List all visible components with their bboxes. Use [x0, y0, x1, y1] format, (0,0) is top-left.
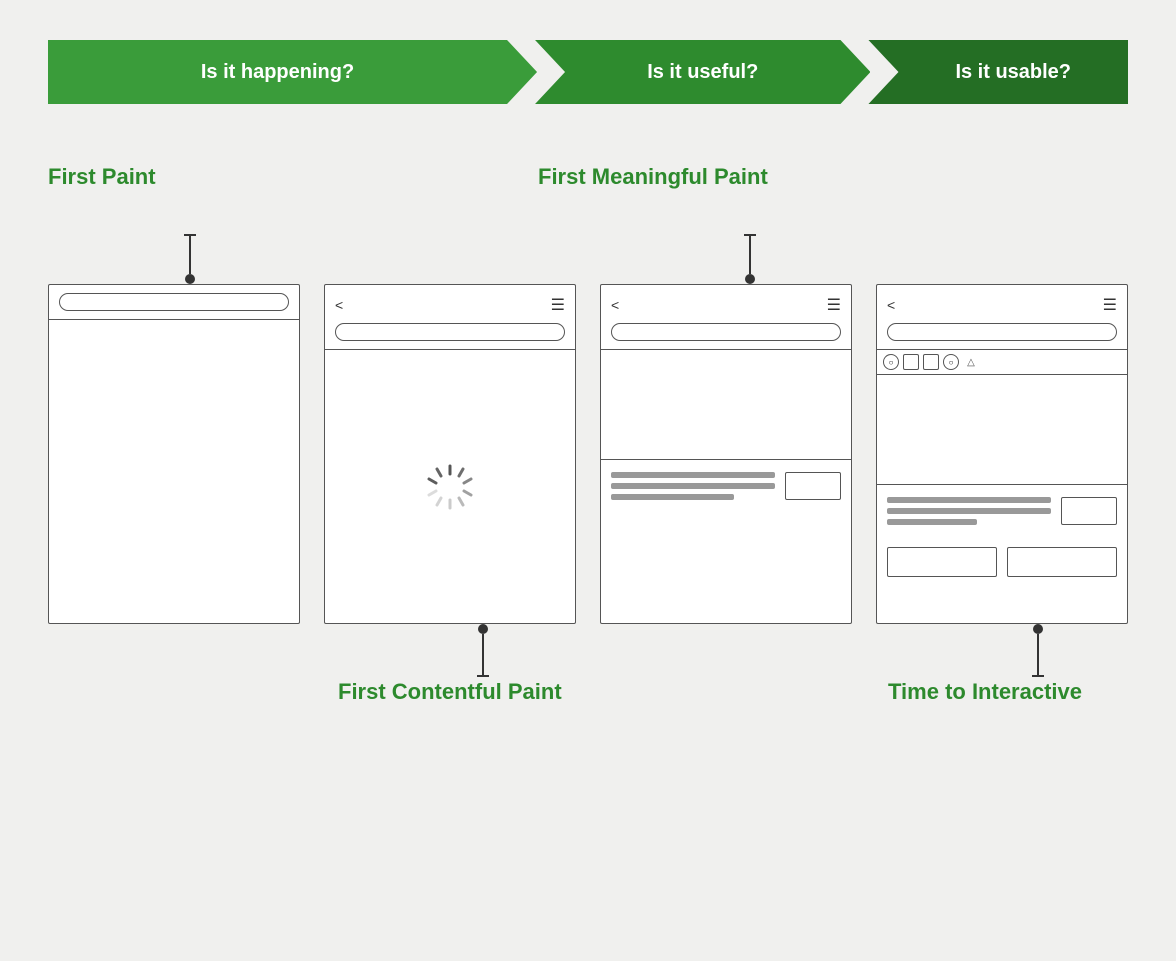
screen-tti-search — [887, 323, 1117, 341]
fp-connector-top — [185, 234, 195, 284]
time-to-interactive-label: Time to Interactive — [888, 679, 1082, 705]
screen-fp-body — [49, 320, 299, 623]
bottom-connectors — [48, 624, 1128, 679]
screen-tti-content — [877, 375, 1127, 623]
screen-fmp-header: < ☰ — [601, 285, 851, 350]
text-line-2 — [611, 483, 775, 489]
tti-connector-bottom — [1033, 624, 1043, 677]
screens-row: < ☰ — [48, 284, 1128, 624]
screen-fp-search — [59, 293, 289, 311]
first-contentful-paint-label: First Contentful Paint — [338, 679, 562, 705]
first-meaningful-paint-label: First Meaningful Paint — [538, 164, 768, 190]
banner-arrow-1-label: Is it happening? — [201, 61, 354, 84]
banner-arrow-1: Is it happening? — [48, 40, 537, 104]
text-line-3 — [611, 494, 734, 500]
screen-fcp-body — [325, 350, 575, 623]
screen-tti-header: < ☰ — [877, 285, 1127, 350]
top-connectors — [48, 234, 1128, 284]
screen-fcp-search — [335, 323, 565, 341]
banner-arrow-3-label: Is it usable? — [955, 61, 1071, 84]
screen-tti-text-area — [877, 485, 1127, 537]
nav-menu-icon: ☰ — [551, 295, 565, 315]
screen-fcp-header: < ☰ — [325, 285, 575, 350]
nav-back-icon: < — [335, 297, 343, 313]
fmp-connector-top — [745, 234, 755, 284]
screen-first-paint — [48, 284, 300, 624]
fmp-button — [785, 472, 841, 500]
loading-spinner — [425, 462, 475, 512]
nav-menu-icon-2: ☰ — [827, 295, 841, 315]
screen-first-contentful-paint: < ☰ — [324, 284, 576, 624]
tti-button — [1061, 497, 1117, 525]
screen-tti-nav: < ☰ — [887, 293, 1117, 317]
screen-fmp-nav: < ☰ — [611, 293, 841, 317]
screen-fp-header — [49, 285, 299, 320]
tti-btn-1 — [887, 547, 997, 577]
banner: Is it happening? Is it useful? Is it usa… — [48, 40, 1128, 104]
screen-fmp-image — [601, 350, 851, 460]
tti-btn-2 — [1007, 547, 1117, 577]
top-labels-row: First Paint First Meaningful Paint — [48, 164, 1128, 234]
banner-arrow-3: Is it usable? — [868, 40, 1128, 104]
screen-fmp-search — [611, 323, 841, 341]
screen-tti-buttons — [877, 537, 1127, 587]
tab-triangle: △ — [963, 354, 979, 370]
tti-text-lines — [887, 497, 1051, 525]
tab-square-1 — [903, 354, 919, 370]
tti-text-line-3 — [887, 519, 977, 525]
screen-time-to-interactive: < ☰ ○ ○ △ — [876, 284, 1128, 624]
tab-circle: ○ — [883, 354, 899, 370]
tti-text-line-2 — [887, 508, 1051, 514]
text-line-1 — [611, 472, 775, 478]
diagram: First Paint First Meaningful Paint — [48, 164, 1128, 729]
banner-arrow-2: Is it useful? — [535, 40, 870, 104]
screen-fcp-nav: < ☰ — [335, 293, 565, 317]
fcp-connector-bottom — [478, 624, 488, 677]
nav-back-icon-2: < — [611, 297, 619, 313]
tti-text-line-1 — [887, 497, 1051, 503]
fmp-text-lines — [611, 472, 775, 500]
tab-circle-2: ○ — [943, 354, 959, 370]
tab-square-2 — [923, 354, 939, 370]
screen-fmp-content — [601, 350, 851, 623]
screen-first-meaningful-paint: < ☰ — [600, 284, 852, 624]
nav-menu-icon-3: ☰ — [1103, 295, 1117, 315]
screen-tti-tabs: ○ ○ △ — [877, 350, 1127, 375]
screen-fmp-text-area — [601, 460, 851, 512]
banner-arrow-2-label: Is it useful? — [647, 61, 758, 84]
nav-back-icon-3: < — [887, 297, 895, 313]
bottom-labels-row: First Contentful Paint Time to Interacti… — [48, 679, 1128, 729]
screen-tti-image — [877, 375, 1127, 485]
first-paint-label: First Paint — [48, 164, 156, 190]
